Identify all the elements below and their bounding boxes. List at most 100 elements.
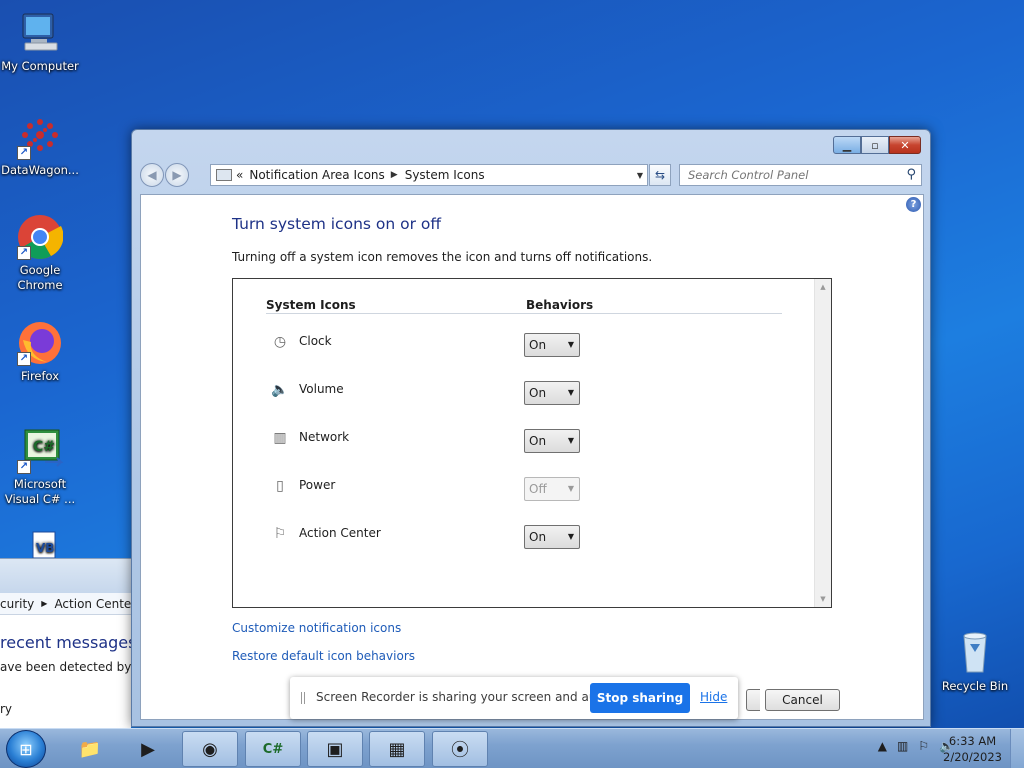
system-icons-list[interactable]: System Icons Behaviors ◷ Clock On ▼ 🔈 Vol… (232, 278, 832, 608)
windows-logo-icon: ⊞ (19, 740, 33, 759)
minimize-button[interactable]: ▁ (833, 136, 861, 154)
back-button[interactable]: ◀ (140, 163, 164, 187)
clock-date: 2/20/2023 (943, 750, 1002, 764)
select-value: On (529, 530, 547, 544)
clock-time: 6:33 AM (948, 734, 997, 748)
background-window-address: curity ▶ Action Center (0, 593, 131, 615)
address-bar[interactable]: « Notification Area Icons ▶ System Icons… (210, 164, 648, 186)
network-icon: ▥ (273, 430, 287, 446)
flag-icon: ⚐ (273, 526, 287, 542)
search-box[interactable]: ⚲ (679, 164, 922, 186)
control-panel-icon: ▣ (326, 738, 344, 760)
search-input[interactable] (688, 168, 898, 182)
caption-buttons: ▁ ▫ ✕ (833, 136, 921, 154)
page-title: Turn system icons on or off (232, 215, 442, 233)
cancel-button[interactable]: Cancel (765, 689, 840, 711)
desktop-icon-label: Recycle Bin (941, 679, 1009, 693)
recorder-message: Screen Recorder is sharing your screen a… (316, 690, 619, 704)
dropdown-arrow-icon: ▼ (567, 340, 574, 349)
select-value: On (529, 386, 547, 400)
screen-recorder-icon: ⦿ (451, 740, 469, 761)
taskbar-firewall[interactable]: ▦ (369, 731, 425, 767)
behavior-select-volume[interactable]: On ▼ (524, 381, 580, 405)
maximize-icon: ▫ (871, 138, 879, 152)
close-icon: ✕ (900, 138, 910, 152)
breadcrumb-system-icons[interactable]: System Icons (405, 168, 485, 182)
behavior-select-power: Off ▼ (524, 477, 580, 501)
dropdown-arrow-icon: ▼ (567, 484, 574, 493)
clock-icon: ◷ (273, 334, 287, 350)
flag-icon[interactable]: ⚐ (918, 739, 929, 753)
background-window-heading: recent messages an (0, 633, 131, 652)
hide-link[interactable]: Hide (700, 690, 727, 704)
system-icon-label: Power (299, 478, 336, 492)
volume-icon: 🔈 (271, 382, 289, 398)
vertical-scrollbar[interactable]: ▲ ▼ (814, 279, 831, 607)
taskbar-explorer[interactable]: 📁 (62, 731, 118, 767)
behavior-select-clock[interactable]: On ▼ (524, 333, 580, 357)
address-overflow-chevrons[interactable]: « (236, 168, 243, 182)
select-value: On (529, 434, 547, 448)
customize-notification-icons-link[interactable]: Customize notification icons (232, 621, 401, 635)
scroll-up-icon[interactable]: ▲ (815, 279, 831, 295)
start-button[interactable]: ⊞ (6, 730, 46, 768)
firewall-icon: ▦ (388, 738, 406, 760)
taskbar-screen-recorder[interactable]: ⦿ (432, 731, 488, 767)
breadcrumb-item: Action Center (54, 596, 131, 611)
taskbar-media-player[interactable]: ▶ (120, 731, 176, 767)
desktop-icon-firefox[interactable]: ↗ Firefox (0, 320, 80, 384)
address-dropdown-icon[interactable]: ▼ (637, 171, 643, 180)
taskbar: ⊞ 📁 ▶ ◉ C# ▣ ▦ ⦿ ▲ ▥ ⚐ 🔈 6:33 AM 2/20/20… (0, 728, 1024, 768)
computer-icon (17, 10, 63, 56)
select-value: Off (529, 482, 547, 496)
show-hidden-icons-icon[interactable]: ▲ (878, 739, 887, 753)
taskbar-visual-csharp[interactable]: C# (245, 731, 301, 767)
recycle-bin-icon (952, 630, 998, 676)
restore-default-behaviors-link[interactable]: Restore default icon behaviors (232, 649, 415, 663)
maximize-button[interactable]: ▫ (861, 136, 889, 154)
drag-handle-icon[interactable] (301, 692, 305, 704)
system-icon-label: Clock (299, 334, 332, 348)
taskbar-control-panel[interactable]: ▣ (307, 731, 363, 767)
behavior-select-network[interactable]: On ▼ (524, 429, 580, 453)
shortcut-arrow-icon: ↗ (17, 460, 31, 474)
scroll-down-icon[interactable]: ▼ (815, 591, 831, 607)
background-window-action-center[interactable]: curity ▶ Action Center recent messages a… (0, 558, 131, 728)
taskbar-chrome[interactable]: ◉ (182, 731, 238, 767)
desktop-icon-label: Microsoft Visual C# ... (4, 477, 76, 506)
show-desktop-button[interactable] (1010, 729, 1024, 768)
content-pane: ? Turn system icons on or off Turning of… (140, 194, 924, 720)
back-arrow-icon: ◀ (147, 168, 157, 182)
ok-button[interactable] (746, 689, 760, 711)
desktop-icon-my-computer[interactable]: My Computer (0, 10, 80, 74)
firefox-icon: ↗ (17, 320, 63, 366)
close-button[interactable]: ✕ (889, 136, 921, 154)
column-header-behaviors: Behaviors (526, 298, 594, 312)
forward-button[interactable]: ▶ (165, 163, 189, 187)
minimize-icon: ▁ (842, 138, 852, 152)
desktop-icon-visual-csharp[interactable]: C# ↗ Microsoft Visual C# ... (0, 428, 80, 507)
shortcut-arrow-icon: ↗ (17, 352, 31, 366)
desktop-icon-google-chrome[interactable]: ↗ Google Chrome (0, 214, 80, 293)
help-icon[interactable]: ? (906, 197, 921, 212)
desktop-icon-datawagon[interactable]: ↗ DataWagon... (0, 114, 80, 178)
refresh-button[interactable]: ⇆ (649, 164, 671, 186)
network-icon[interactable]: ▥ (897, 739, 908, 753)
screen-recorder-bar: Screen Recorder is sharing your screen a… (290, 677, 738, 719)
desktop-icon-recycle-bin[interactable]: Recycle Bin (935, 630, 1015, 694)
dropdown-arrow-icon: ▼ (567, 436, 574, 445)
stop-sharing-button[interactable]: Stop sharing (590, 683, 690, 713)
breadcrumb-notification-area-icons[interactable]: Notification Area Icons (249, 168, 384, 182)
system-icon-label: Network (299, 430, 350, 444)
column-header-system-icons: System Icons (266, 298, 356, 312)
breadcrumb-separator-icon[interactable]: ▶ (391, 170, 398, 180)
behavior-select-action-center[interactable]: On ▼ (524, 525, 580, 549)
background-window-fragment: ry (0, 702, 13, 716)
clock[interactable]: 6:33 AM 2/20/2023 (943, 733, 1002, 765)
chrome-icon: ↗ (17, 214, 64, 260)
control-panel-icon (216, 169, 232, 181)
folder-icon: 📁 (78, 738, 102, 760)
control-panel-window[interactable]: ▁ ▫ ✕ ◀ ▶ « Notification Area Icons ▶ Sy… (131, 129, 931, 727)
search-icon[interactable]: ⚲ (906, 167, 916, 182)
page-description: Turning off a system icon removes the ic… (232, 250, 653, 264)
